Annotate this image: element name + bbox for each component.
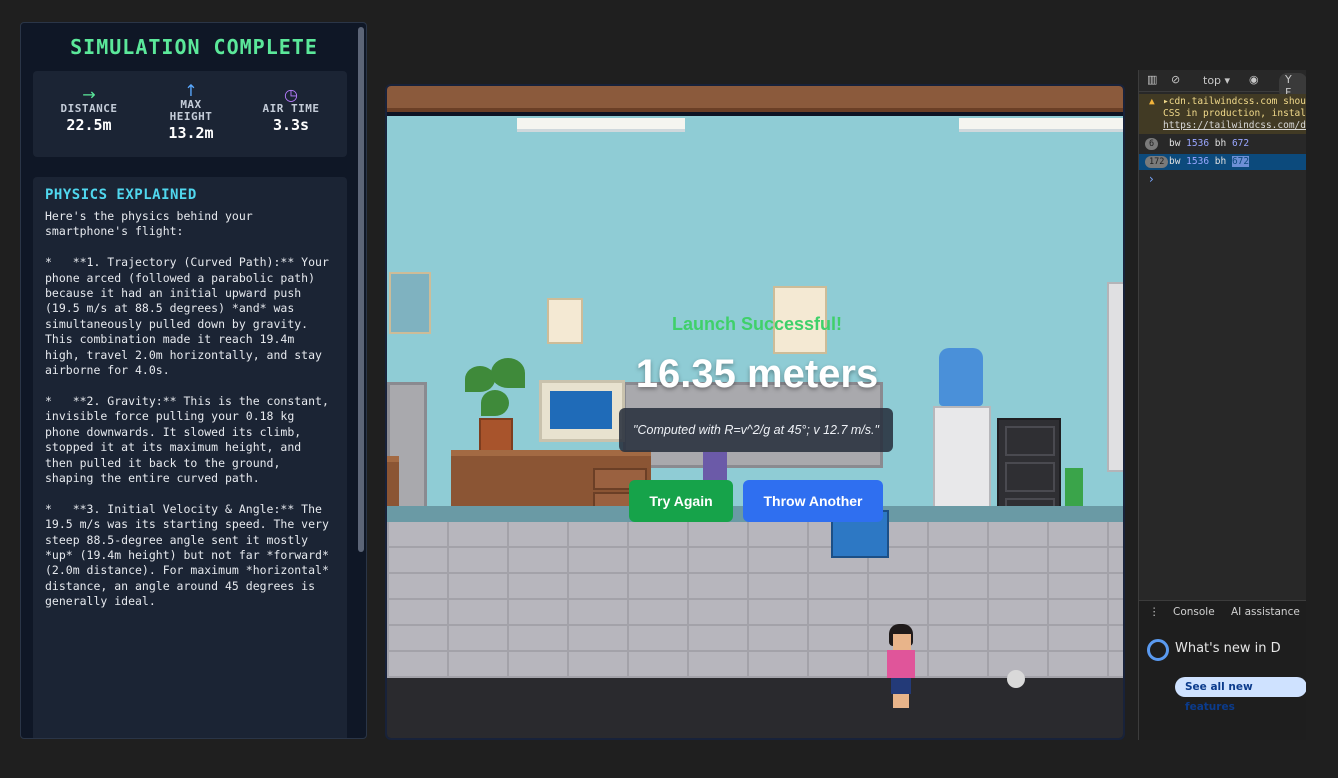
log-count-badge: 6 [1145,138,1159,150]
stat-distance: → DISTANCE 22.5m [37,71,141,134]
clock-icon: ◷ [284,85,298,104]
plant-pot [479,418,513,454]
office-floor [387,522,1123,678]
game-canvas[interactable]: Launch Successful! 16.35 meters "Compute… [385,84,1125,740]
tab-ai-assistance[interactable]: AI assistance [1231,601,1300,623]
stat-max-height: ↑ MAX HEIGHT 13.2m [139,71,243,142]
simulation-title: SIMULATION COMPLETE [70,35,318,59]
physics-explained-box: PHYSICS EXPLAINED Here's the physics beh… [33,177,347,738]
try-again-button[interactable]: Try Again [629,480,733,522]
stat-air-time: ◷ AIR TIME 3.3s [239,71,343,134]
warning-text-line2: CSS in production, instal [1163,108,1306,119]
log-count-badge: 172 [1145,156,1169,168]
context-selector[interactable]: top ▾ [1203,74,1230,87]
cabinet-drawer [1005,426,1055,456]
console-warning: ▲ ▸cdn.tailwindcss.com should not be use… [1139,94,1306,134]
result-title: Launch Successful! [671,314,843,334]
devtools-toolbar: ▥ ⊘ top ▾ ◉ Y F [1139,70,1306,99]
chrome-icon [1147,639,1169,661]
console-log-row[interactable]: 6 bw 1536 bh 672 [1139,136,1306,152]
drawer-tabs: ⋮ Console AI assistance [1139,601,1306,623]
stat-label: DISTANCE [60,102,118,115]
ceiling [387,86,1123,112]
whats-new-title: What's new in D [1175,641,1281,656]
ceiling-light [517,118,685,132]
tab-console[interactable]: Console [1173,601,1215,623]
see-all-features-button[interactable]: See all new features [1175,677,1306,713]
drawer-menu-icon[interactable]: ⋮ [1149,601,1160,623]
simulation-results-panel: SIMULATION COMPLETE → DISTANCE 22.5m ↑ M… [20,22,367,739]
devtools-drawer: ⋮ Console AI assistance What's new in D … [1139,600,1306,740]
result-note: "Computed with R=v^2/g at 45°; v 12.7 m/… [619,408,893,452]
clear-console-icon[interactable]: ⊘ [1171,73,1180,86]
stats-box: → DISTANCE 22.5m ↑ MAX HEIGHT 13.2m ◷ AI… [33,71,347,157]
arrow-up-icon: ↑ [184,81,198,100]
throw-another-button[interactable]: Throw Another [743,480,883,522]
console-log-row-selected[interactable]: 172 bw 1536 bh 672 [1139,154,1306,170]
target-marker [1007,670,1025,688]
stat-value: 22.5m [66,116,112,134]
physics-text: Here's the physics behind your smartphon… [45,209,329,609]
player-character [883,624,919,710]
cabinet-drawer [1005,462,1055,492]
physics-title: PHYSICS EXPLAINED [45,187,197,203]
warning-text: ▸cdn.tailwindcss.com should not be used … [1163,96,1306,107]
sidebar-toggle-icon[interactable]: ▥ [1147,73,1157,86]
console-prompt[interactable]: › [1149,172,1154,186]
eye-icon[interactable]: ◉ [1249,73,1259,86]
ceiling-light [959,118,1123,132]
result-distance: 16.35 meters [635,352,879,396]
stat-label: AIR TIME [262,102,320,115]
warning-link[interactable]: https://tailwindcss.com/d [1163,120,1306,132]
stat-value: 13.2m [168,124,214,142]
panel-scrollbar[interactable] [358,27,364,552]
stat-label: MAX HEIGHT [169,98,213,123]
stat-value: 3.3s [272,116,310,134]
devtools-panel: ▥ ⊘ top ▾ ◉ Y F ▲ ▸cdn.tailwindcss.com s… [1138,70,1306,740]
arrow-right-icon: → [82,85,96,104]
warning-icon: ▲ [1149,96,1155,107]
